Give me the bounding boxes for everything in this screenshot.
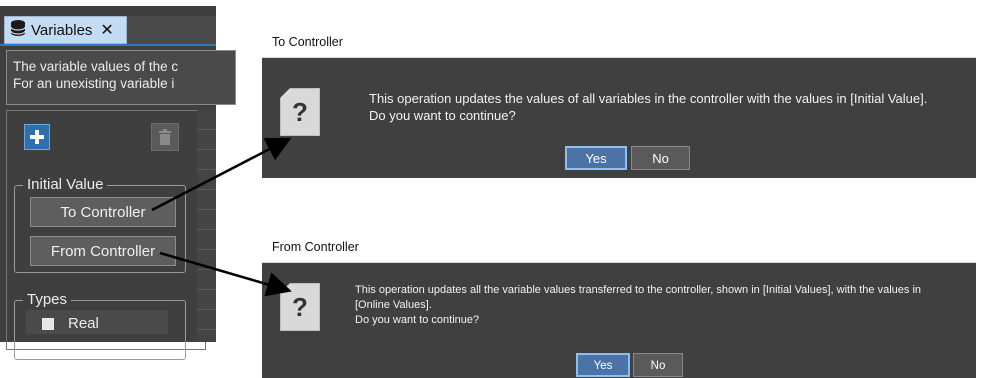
question-icon: ? (280, 88, 320, 136)
type-label-real: Real (68, 315, 99, 332)
real-checkbox[interactable] (42, 318, 54, 330)
add-button[interactable] (24, 124, 50, 150)
description-line-1: The variable values of the c (13, 59, 179, 74)
to-controller-dialog: To Controller ? This operation updates t… (262, 26, 976, 178)
tab-variables[interactable]: Variables ✕ (4, 16, 127, 44)
yes-button[interactable]: Yes (565, 146, 627, 170)
no-button[interactable]: No (631, 146, 690, 170)
no-button[interactable]: No (633, 353, 683, 377)
tab-underline (0, 44, 216, 46)
plus-icon (30, 130, 44, 144)
delete-button[interactable] (151, 123, 179, 151)
tab-strip (127, 16, 216, 44)
dialog-body: ? This operation updates the values of a… (262, 58, 976, 178)
question-icon: ? (280, 283, 320, 331)
dialog-body: ? This operation updates all the variabl… (262, 263, 976, 378)
close-icon[interactable]: ✕ (100, 20, 113, 40)
description-line-2: For an unexisting variable i (13, 76, 175, 91)
yes-button[interactable]: Yes (576, 353, 630, 377)
dialog-title: From Controller (262, 231, 976, 263)
dialog-message: This operation updates the values of all… (369, 91, 928, 123)
database-icon (9, 19, 27, 42)
types-legend: Types (23, 291, 72, 308)
variable-grid-edge (197, 110, 216, 342)
initial-value-legend: Initial Value (23, 176, 108, 193)
description-box: The variable values of the c For an unex… (6, 50, 236, 105)
trash-icon (159, 129, 171, 145)
tab-label: Variables (31, 21, 93, 39)
dialog-title: To Controller (262, 26, 976, 58)
from-controller-button[interactable]: From Controller (30, 236, 176, 266)
dialog-message: This operation updates all the variable … (355, 284, 922, 326)
from-controller-dialog: From Controller ? This operation updates… (262, 231, 976, 378)
to-controller-button[interactable]: To Controller (30, 197, 176, 227)
